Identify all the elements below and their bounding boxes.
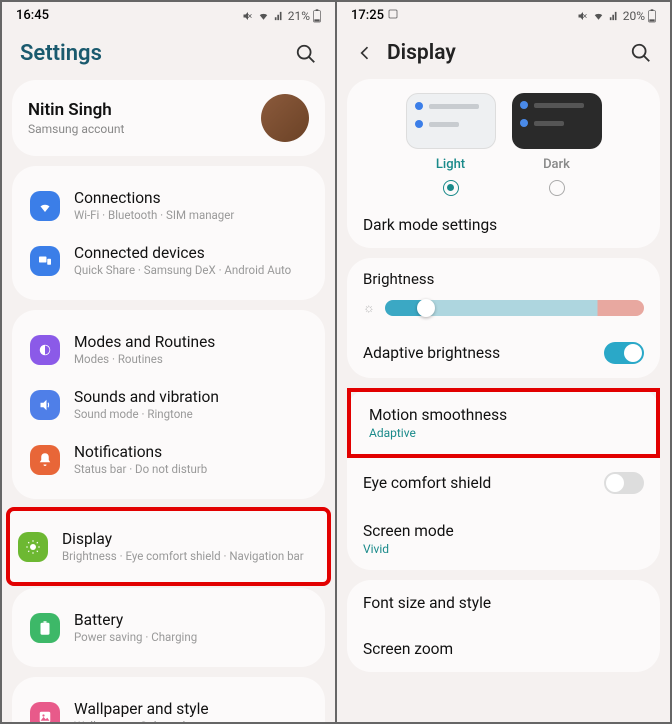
wallpaper-icon xyxy=(30,702,60,723)
item-title: Connections xyxy=(74,189,307,207)
settings-group: Modes and Routines Modes · Routines Soun… xyxy=(12,310,325,499)
avatar xyxy=(261,94,309,142)
battery-item[interactable]: Battery Power saving · Charging xyxy=(28,600,309,655)
light-radio[interactable] xyxy=(443,180,459,196)
profile-sub: Samsung account xyxy=(28,122,124,136)
wifi-icon xyxy=(592,11,605,21)
slider-thumb[interactable] xyxy=(417,299,435,317)
eye-comfort-item[interactable]: Eye comfort shield xyxy=(347,458,660,508)
theme-selector-card: Light Dark Dark mode settings xyxy=(347,79,660,248)
settings-list: Nitin Singh Samsung account Connections … xyxy=(2,80,335,722)
status-bar: 16:45 21% xyxy=(2,2,335,29)
battery-settings-icon xyxy=(30,613,60,643)
dark-radio[interactable] xyxy=(549,180,565,196)
status-bar: 17:25 20% xyxy=(337,2,670,29)
dark-label: Dark xyxy=(543,157,570,172)
brightness-card: Brightness ☼ Adaptive brightness xyxy=(347,258,660,378)
screen-mode-item[interactable]: Screen mode Vivid xyxy=(347,508,660,570)
display-options-card: Motion smoothness Adaptive Eye comfort s… xyxy=(347,388,660,570)
settings-group: Connections Wi-Fi · Bluetooth · SIM mana… xyxy=(12,166,325,300)
brightness-slider[interactable] xyxy=(385,300,644,316)
page-title: Settings xyxy=(20,41,102,66)
mute-icon xyxy=(242,10,254,22)
light-preview xyxy=(406,93,496,149)
sounds-item[interactable]: Sounds and vibration Sound mode · Ringto… xyxy=(28,377,309,432)
profile-info: Nitin Singh Samsung account xyxy=(28,100,124,136)
display-group-highlighted: Display Brightness · Eye comfort shield … xyxy=(6,507,331,586)
screen-zoom-item[interactable]: Screen zoom xyxy=(347,626,660,672)
settings-header: Settings xyxy=(2,29,335,80)
item-sub: Wi-Fi · Bluetooth · SIM manager xyxy=(74,208,307,222)
display-header: Display xyxy=(337,29,670,79)
notification-icon xyxy=(30,445,60,475)
light-label: Light xyxy=(436,157,465,172)
status-time: 17:25 xyxy=(351,8,384,23)
display-settings-list: Light Dark Dark mode settings Brightne xyxy=(337,79,670,722)
status-time: 16:45 xyxy=(16,8,49,23)
sound-icon xyxy=(30,390,60,420)
settings-group: Battery Power saving · Charging xyxy=(12,588,325,667)
dark-preview xyxy=(512,93,602,149)
search-icon[interactable] xyxy=(295,43,317,65)
status-indicators: 20% xyxy=(577,9,656,23)
brightness-label: Brightness xyxy=(363,270,644,288)
light-theme-option[interactable]: Light xyxy=(406,93,496,196)
dark-mode-settings-item[interactable]: Dark mode settings xyxy=(347,202,660,248)
notifications-item[interactable]: Notifications Status bar · Do not distur… xyxy=(28,432,309,487)
brightness-row: Brightness ☼ xyxy=(347,258,660,328)
settings-screen: 16:45 21% Settings Nitin Singh Samsung a… xyxy=(2,2,335,722)
battery-text: 20% xyxy=(623,9,645,23)
back-icon[interactable] xyxy=(355,43,375,63)
display-screen: 17:25 20% Display Light xyxy=(337,2,670,722)
motion-smoothness-item[interactable]: Motion smoothness Adaptive xyxy=(357,400,650,446)
modes-icon xyxy=(30,335,60,365)
page-title: Display xyxy=(387,41,456,65)
profile-name: Nitin Singh xyxy=(28,100,124,120)
profile-card[interactable]: Nitin Singh Samsung account xyxy=(12,80,325,156)
battery-icon xyxy=(648,9,656,23)
wifi-icon xyxy=(257,11,270,21)
display-item[interactable]: Display Brightness · Eye comfort shield … xyxy=(16,519,321,574)
font-size-item[interactable]: Font size and style xyxy=(347,580,660,626)
display-icon xyxy=(18,532,48,562)
search-icon[interactable] xyxy=(630,42,652,64)
battery-icon xyxy=(313,9,321,23)
modes-item[interactable]: Modes and Routines Modes · Routines xyxy=(28,322,309,377)
adaptive-brightness-toggle[interactable] xyxy=(604,342,644,364)
connected-devices-item[interactable]: Connected devices Quick Share · Samsung … xyxy=(28,233,309,288)
dark-theme-option[interactable]: Dark xyxy=(512,93,602,196)
font-zoom-card: Font size and style Screen zoom xyxy=(347,580,660,672)
battery-text: 21% xyxy=(288,9,310,23)
settings-group: Wallpaper and style Wallpapers · Color p… xyxy=(12,677,325,722)
mute-icon xyxy=(577,10,589,22)
eye-comfort-toggle[interactable] xyxy=(604,472,644,494)
wifi-settings-icon xyxy=(30,191,60,221)
signal-icon xyxy=(608,11,620,21)
connections-item[interactable]: Connections Wi-Fi · Bluetooth · SIM mana… xyxy=(28,178,309,233)
adaptive-brightness-item[interactable]: Adaptive brightness xyxy=(347,328,660,378)
status-indicators: 21% xyxy=(242,9,321,23)
wallpaper-item[interactable]: Wallpaper and style Wallpapers · Color p… xyxy=(28,689,309,722)
sun-icon: ☼ xyxy=(363,300,375,316)
devices-icon xyxy=(30,246,60,276)
signal-icon xyxy=(273,11,285,21)
